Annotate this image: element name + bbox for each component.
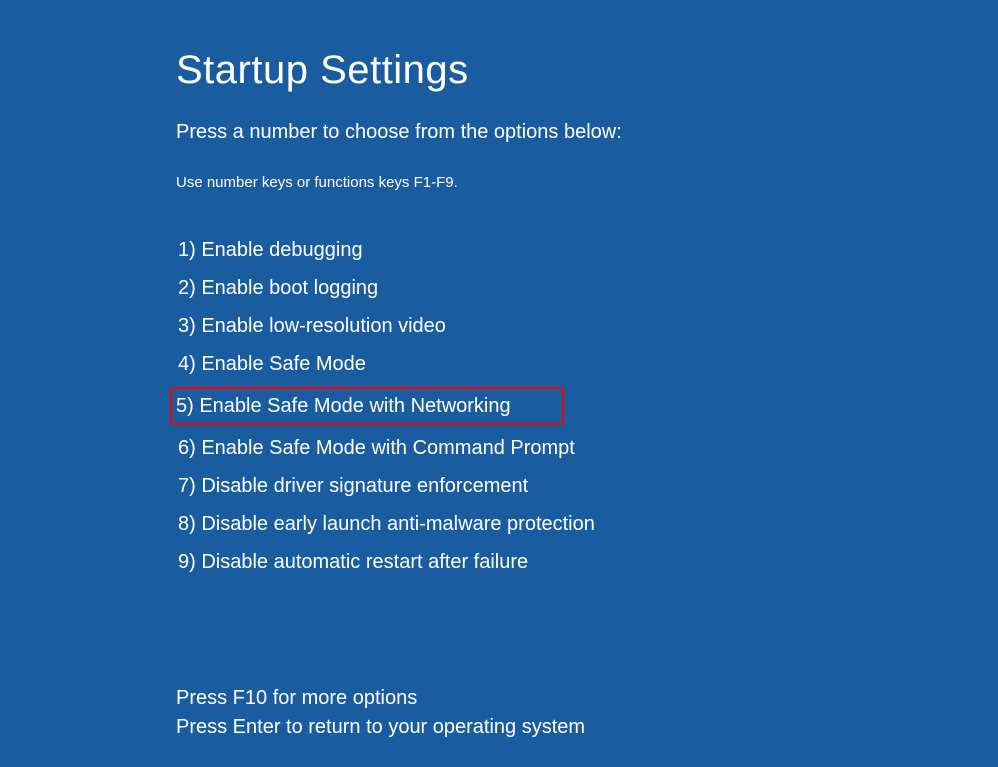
option-4-enable-safe-mode[interactable]: 4) Enable Safe Mode (176, 349, 368, 379)
footer-enter-text: Press Enter to return to your operating … (176, 716, 998, 739)
option-6-enable-safe-mode-with-command-prompt[interactable]: 6) Enable Safe Mode with Command Prompt (176, 433, 577, 463)
option-1-enable-debugging[interactable]: 1) Enable debugging (176, 235, 365, 265)
instruction-text: Press a number to choose from the option… (176, 121, 998, 144)
footer: Press F10 for more options Press Enter t… (176, 687, 998, 739)
option-2-enable-boot-logging[interactable]: 2) Enable boot logging (176, 273, 380, 303)
footer-f10-text: Press F10 for more options (176, 687, 998, 710)
option-9-disable-automatic-restart-after-failure[interactable]: 9) Disable automatic restart after failu… (176, 547, 530, 577)
option-list: 1) Enable debugging 2) Enable boot loggi… (176, 235, 998, 577)
option-7-disable-driver-signature-enforcement[interactable]: 7) Disable driver signature enforcement (176, 471, 530, 501)
hint-text: Use number keys or functions keys F1-F9. (176, 174, 998, 191)
page-title: Startup Settings (176, 48, 998, 93)
startup-settings-screen: Startup Settings Press a number to choos… (0, 0, 998, 739)
option-3-enable-low-resolution-video[interactable]: 3) Enable low-resolution video (176, 311, 448, 341)
option-5-enable-safe-mode-with-networking[interactable]: 5) Enable Safe Mode with Networking (170, 387, 564, 425)
option-8-disable-early-launch-anti-malware-protection[interactable]: 8) Disable early launch anti-malware pro… (176, 509, 597, 539)
